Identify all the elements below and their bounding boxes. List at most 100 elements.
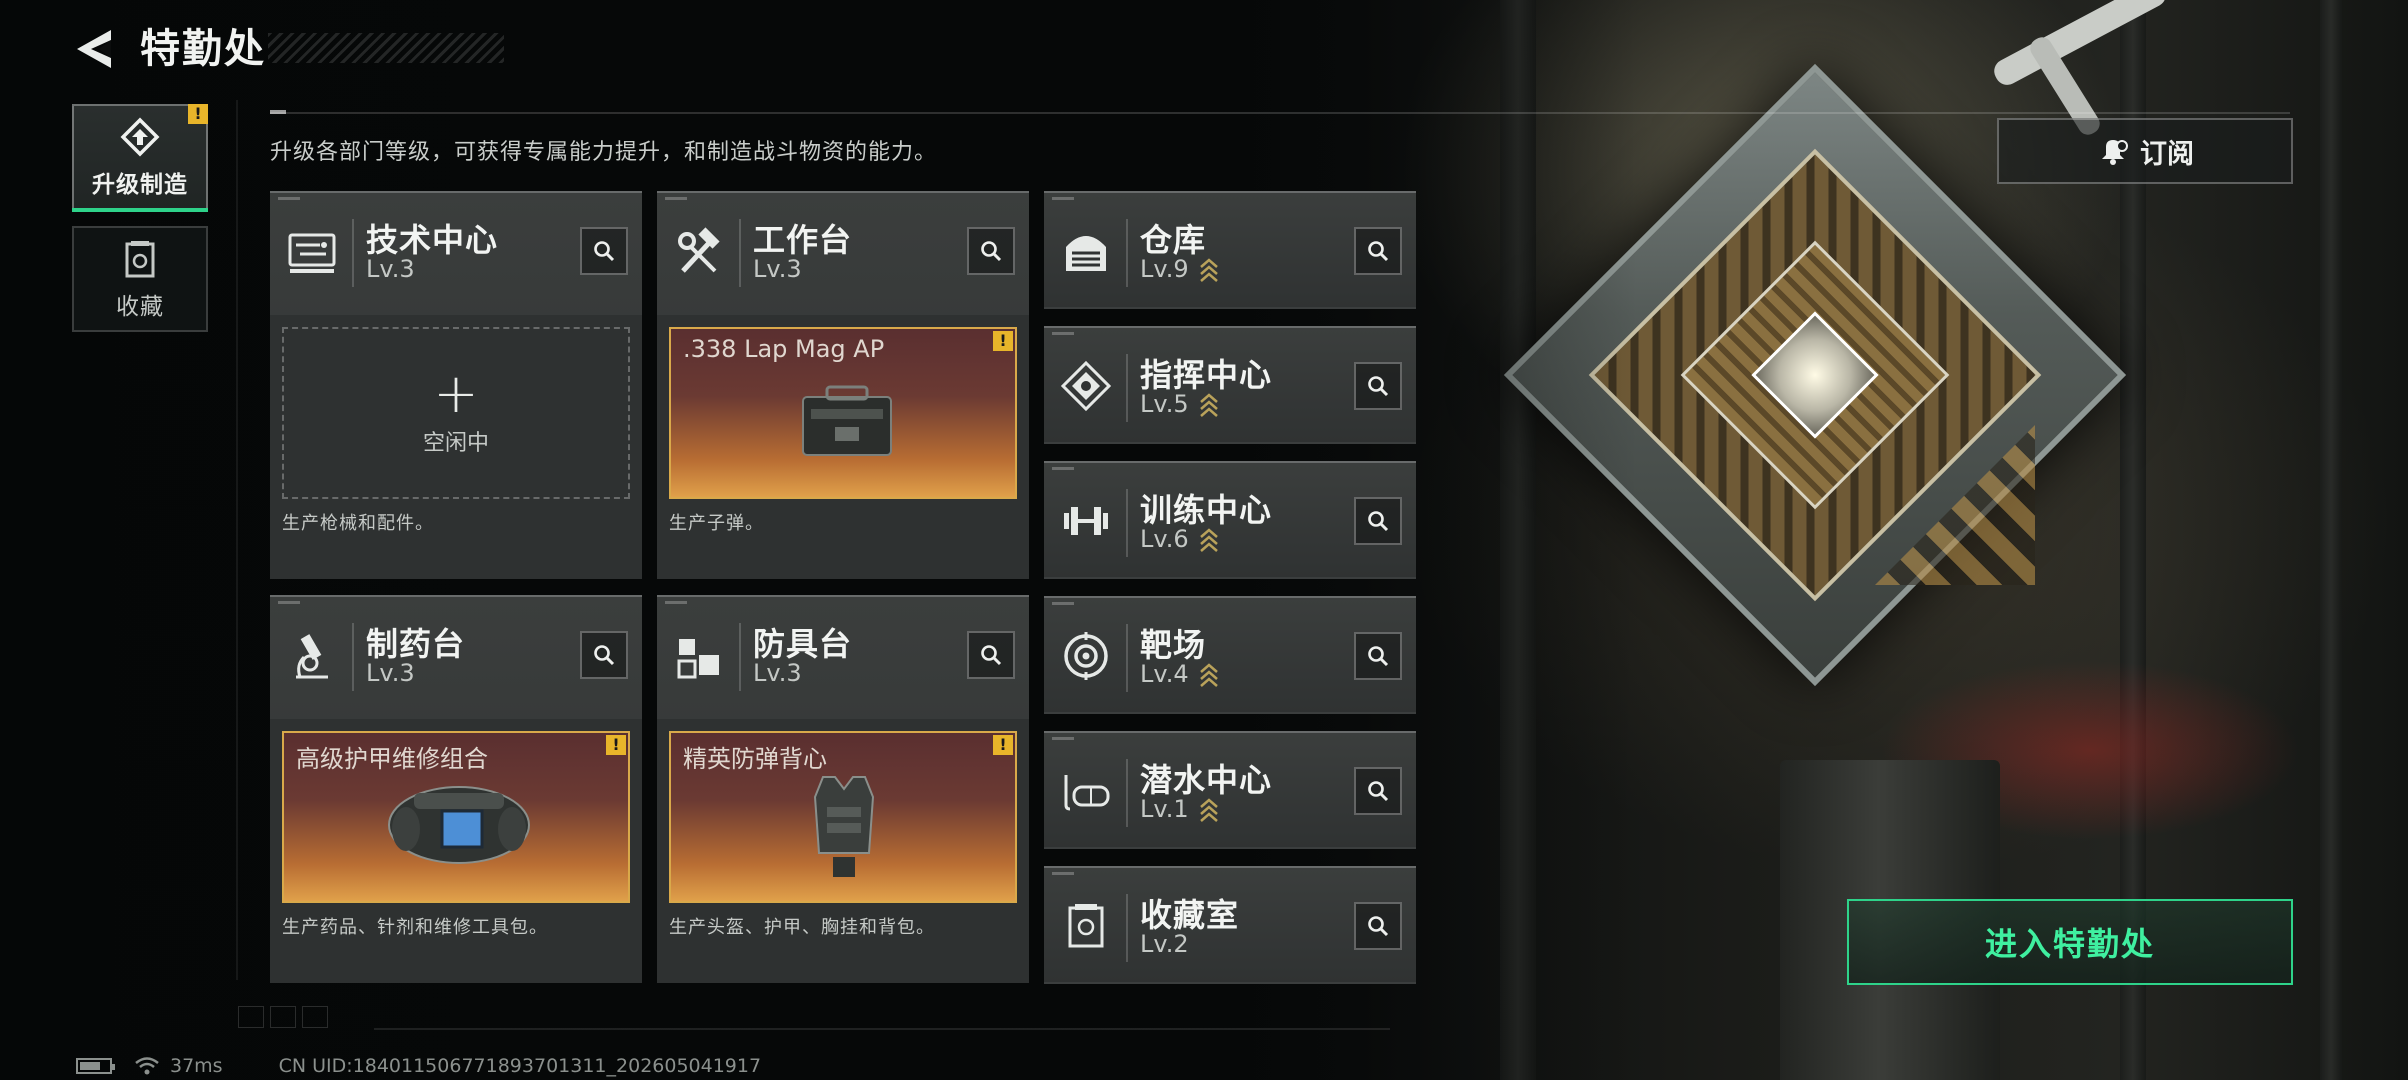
- department-card-warehouse[interactable]: 仓库 Lv.9: [1044, 191, 1416, 309]
- inspect-button[interactable]: [1354, 497, 1402, 545]
- repair-kit-bag-image: [388, 786, 530, 864]
- alert-badge: !: [188, 104, 208, 124]
- production-slot-item[interactable]: 精英防弹背心 !: [669, 731, 1017, 903]
- magnifier-icon: [594, 645, 615, 666]
- inspect-button[interactable]: [967, 631, 1015, 679]
- dumbbell-icon: [1058, 493, 1114, 549]
- magnifier-icon: [1368, 241, 1389, 262]
- add-icon: +: [433, 362, 479, 425]
- magnifier-icon: [981, 645, 1002, 666]
- department-level: Lv.5: [1140, 390, 1189, 418]
- department-level: Lv.3: [753, 255, 802, 283]
- collection-icon: [116, 237, 164, 283]
- production-slot-item[interactable]: .338 Lap Mag AP !: [669, 327, 1017, 499]
- back-button[interactable]: [70, 22, 118, 76]
- magnifier-icon: [1368, 781, 1389, 802]
- collection-room-icon: [1058, 898, 1114, 954]
- magnifier-icon: [981, 241, 1002, 262]
- page-description: 升级各部门等级，可获得专属能力提升，和制造战斗物资的能力。: [270, 140, 938, 165]
- bell-icon: [2102, 140, 2128, 165]
- magnifier-icon: [1368, 376, 1389, 397]
- footer-decoration: [238, 1006, 328, 1028]
- user-uid: CN UID:1840115067718937013​11_2026050419…: [278, 1055, 762, 1077]
- item-name: .338 Lap Mag AP: [683, 335, 885, 363]
- inspect-button[interactable]: [1354, 362, 1402, 410]
- back-arrow-icon: [77, 30, 111, 68]
- wifi-icon: [135, 1057, 159, 1075]
- department-description: 生产枪械和配件。: [282, 513, 434, 534]
- department-level: Lv.2: [1140, 930, 1189, 958]
- top-divider: [270, 112, 2290, 114]
- department-level: Lv.9: [1140, 255, 1189, 283]
- status-bar: 37ms CN UID:1840115067718937013​11_20260…: [76, 1054, 761, 1078]
- department-card-training-center[interactable]: 训练中心 Lv.6: [1044, 461, 1416, 579]
- department-description: 生产子弹。: [669, 513, 764, 534]
- department-level: Lv.3: [366, 659, 415, 687]
- inspect-button[interactable]: [1354, 227, 1402, 275]
- production-slot-item[interactable]: 高级护甲维修组合 !: [282, 731, 630, 903]
- title-stripe-decoration: [268, 33, 504, 63]
- magnifier-icon: [594, 241, 615, 262]
- department-card-tech-center[interactable]: 技术中心 Lv.3 + 空闲中 生产枪械和配件。: [270, 191, 642, 579]
- upgrade-chevron-icon: [1200, 798, 1218, 822]
- magnifier-icon: [1368, 646, 1389, 667]
- upgrade-chevron-icon: [1200, 528, 1218, 552]
- department-level: Lv.1: [1140, 795, 1189, 823]
- target-icon: [1058, 628, 1114, 684]
- magnifier-icon: [1368, 511, 1389, 532]
- inspect-button[interactable]: [580, 227, 628, 275]
- upgrade-chevron-icon: [1200, 663, 1218, 687]
- ammo-box-image: [802, 385, 892, 456]
- cubes-icon: [671, 629, 727, 685]
- upgrade-craft-icon: [116, 115, 164, 161]
- alert-badge: !: [993, 331, 1013, 351]
- department-card-shooting-range[interactable]: 靶场 Lv.4: [1044, 596, 1416, 714]
- nav-divider: [236, 100, 238, 980]
- item-name: 高级护甲维修组合: [296, 745, 488, 773]
- department-card-workbench[interactable]: 工作台 Lv.3 .338 Lap Mag AP ! 生产子弹。: [657, 191, 1029, 579]
- alert-badge: !: [606, 735, 626, 755]
- department-level: Lv.3: [753, 659, 802, 687]
- department-card-armor-bench[interactable]: 防具台 Lv.3 精英防弹背心 ! 生产头盔、护甲、胸挂和背包。: [657, 595, 1029, 983]
- tab-upgrade-craft[interactable]: ! 升级制造: [72, 104, 208, 212]
- department-card-collection-room[interactable]: 收藏室 Lv.2: [1044, 866, 1416, 984]
- slot-status: 空闲中: [422, 431, 489, 456]
- armor-vest-image: [813, 776, 875, 877]
- battery-icon: [76, 1058, 115, 1074]
- inspect-button[interactable]: [580, 631, 628, 679]
- department-card-pharmacy[interactable]: 制药台 Lv.3 高级护甲维修组合 ! 生产药品、针剂和维修工具包。: [270, 595, 642, 983]
- tech-center-icon: [284, 225, 340, 281]
- alert-badge: !: [993, 735, 1013, 755]
- diving-mask-icon: [1058, 763, 1114, 819]
- tab-collection[interactable]: 收藏: [72, 226, 208, 332]
- tab-upgrade-craft-label: 升级制造: [92, 172, 188, 198]
- department-description: 生产药品、针剂和维修工具包。: [282, 917, 548, 938]
- department-card-command-center[interactable]: 指挥中心 Lv.5: [1044, 326, 1416, 444]
- department-level: Lv.4: [1140, 660, 1189, 688]
- bottom-divider: [374, 1028, 1390, 1030]
- inspect-button[interactable]: [1354, 632, 1402, 680]
- ping-readout: 37ms: [170, 1055, 223, 1077]
- department-card-diving-center[interactable]: 潜水中心 Lv.1: [1044, 731, 1416, 849]
- subscribe-button[interactable]: 订阅: [1997, 118, 2293, 184]
- department-level: Lv.3: [366, 255, 415, 283]
- department-description: 生产头盔、护甲、胸挂和背包。: [669, 917, 935, 938]
- warehouse-icon: [1058, 223, 1114, 279]
- command-center-icon: [1058, 358, 1114, 414]
- magnifier-icon: [1368, 916, 1389, 937]
- inspect-button[interactable]: [967, 227, 1015, 275]
- upgrade-chevron-icon: [1200, 393, 1218, 417]
- tab-collection-label: 收藏: [116, 294, 164, 320]
- subscribe-label: 订阅: [2140, 138, 2194, 170]
- top-divider-accent: [270, 110, 286, 114]
- upgrade-chevron-icon: [1200, 258, 1218, 282]
- enter-special-ops-label: 进入特勤处: [1984, 925, 2155, 963]
- production-slot-empty[interactable]: + 空闲中: [282, 327, 630, 499]
- inspect-button[interactable]: [1354, 902, 1402, 950]
- department-level: Lv.6: [1140, 525, 1189, 553]
- item-name: 精英防弹背心: [683, 745, 827, 773]
- inspect-button[interactable]: [1354, 767, 1402, 815]
- hammer-wrench-icon: [671, 225, 727, 281]
- enter-special-ops-button[interactable]: 进入特勤处: [1847, 899, 2293, 985]
- page-title: 特勤处: [140, 26, 266, 72]
